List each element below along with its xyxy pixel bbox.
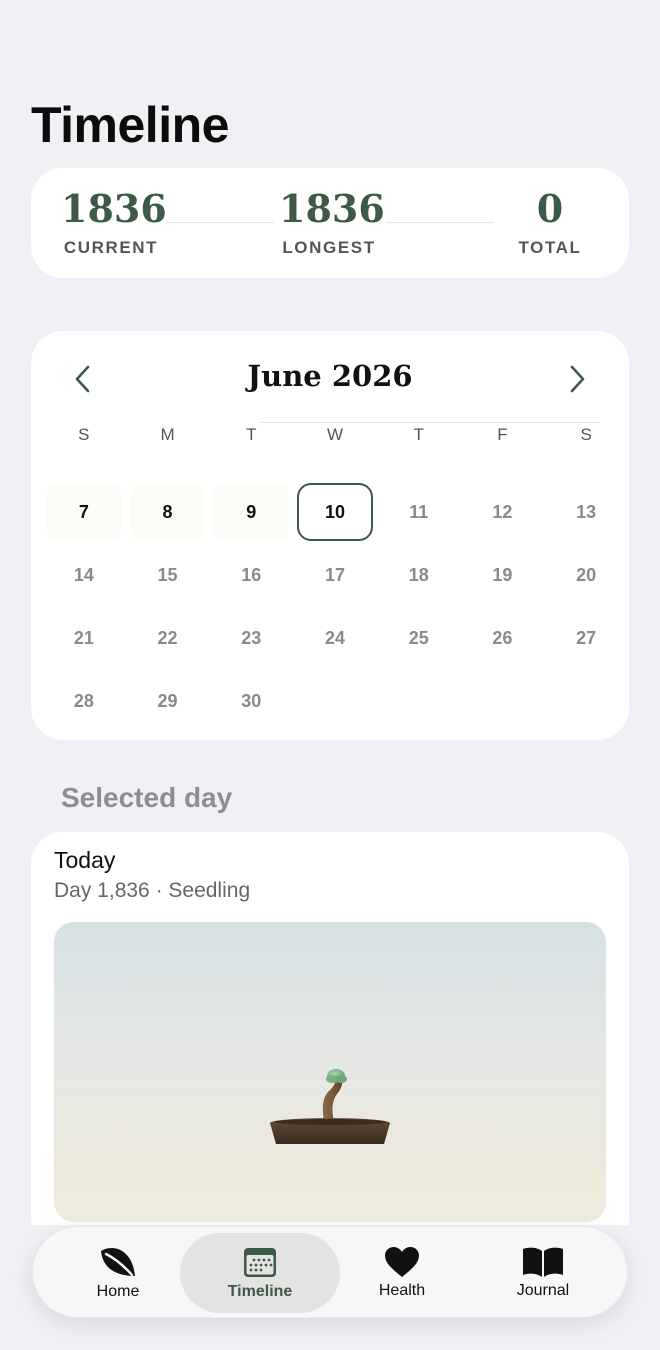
book-icon bbox=[523, 1247, 563, 1277]
weekday-label: M bbox=[160, 425, 175, 444]
stat-longest: 1836 LONGEST bbox=[279, 186, 385, 258]
selected-day-card: Today Day 1,836 · Seedling bbox=[31, 832, 629, 1252]
heart-icon bbox=[385, 1247, 419, 1277]
calendar-day[interactable]: 20 bbox=[548, 546, 624, 604]
stat-divider bbox=[166, 222, 274, 223]
calendar-day[interactable]: 19 bbox=[465, 546, 541, 604]
calendar-day[interactable]: 8 bbox=[129, 483, 206, 541]
longest-streak-label: LONGEST bbox=[282, 238, 376, 257]
calendar-day[interactable]: 17 bbox=[297, 546, 373, 604]
tab-home[interactable]: Home bbox=[38, 1233, 198, 1313]
calendar-day[interactable]: 27 bbox=[548, 609, 624, 667]
total-value: 0 bbox=[536, 186, 564, 231]
calendar-day[interactable]: 23 bbox=[213, 609, 289, 667]
calendar-day[interactable]: 9 bbox=[213, 483, 290, 541]
tab-home-label: Home bbox=[96, 1283, 140, 1300]
tab-health-label: Health bbox=[378, 1282, 426, 1299]
stat-total: 0 TOTAL bbox=[500, 186, 600, 258]
selected-day-heading: Selected day bbox=[61, 782, 233, 813]
page-title: Timeline bbox=[31, 97, 229, 153]
calendar-day[interactable]: 25 bbox=[381, 609, 457, 667]
calendar-day[interactable]: 12 bbox=[465, 483, 541, 541]
tab-journal[interactable]: Journal bbox=[463, 1233, 623, 1313]
calendar-day[interactable]: 22 bbox=[130, 609, 206, 667]
calendar-day[interactable]: 16 bbox=[213, 546, 289, 604]
calendar-day[interactable]: 11 bbox=[381, 483, 457, 541]
calendar-day[interactable]: 28 bbox=[46, 672, 122, 730]
calendar-day[interactable]: 7 bbox=[46, 483, 122, 541]
stat-current: 1836 CURRENT bbox=[61, 186, 167, 258]
calendar-day[interactable]: 24 bbox=[297, 609, 373, 667]
longest-streak-value: 1836 bbox=[279, 186, 385, 231]
tab-timeline-label: Timeline bbox=[227, 1283, 293, 1300]
calendar-day[interactable]: 26 bbox=[465, 609, 541, 667]
weekday-header: SMTWTFS bbox=[42, 425, 628, 445]
calendar-day[interactable]: 18 bbox=[381, 546, 457, 604]
chevron-right-icon bbox=[570, 365, 585, 393]
calendar-days-grid: 7 8 9 10 11 12 13 14 15 16 17 18 19 20 21 22 23 24 25 26 27 2… bbox=[42, 482, 628, 734]
calendar-day[interactable]: 29 bbox=[130, 672, 206, 730]
tree-illustration bbox=[54, 922, 606, 1222]
calendar-icon bbox=[244, 1248, 276, 1277]
calendar-month-title: June 2026 bbox=[247, 359, 413, 393]
calendar-day[interactable]: 30 bbox=[213, 672, 289, 730]
calendar-day[interactable]: 21 bbox=[46, 609, 122, 667]
weekday-label: T bbox=[246, 425, 257, 444]
weekday-label: F bbox=[497, 425, 508, 444]
tab-health[interactable]: Health bbox=[322, 1233, 482, 1313]
current-streak-label: CURRENT bbox=[63, 238, 159, 257]
next-month-button[interactable] bbox=[559, 361, 595, 397]
weekday-label: W bbox=[326, 425, 344, 444]
tab-timeline[interactable]: Timeline bbox=[180, 1233, 340, 1313]
selected-day-subtitle: Day 1,836 · Seedling bbox=[54, 879, 251, 902]
tab-bar: Home Timeline Health Journal bbox=[32, 1226, 628, 1318]
weekday-label: T bbox=[413, 425, 424, 444]
calendar-day[interactable]: 14 bbox=[46, 546, 122, 604]
tab-journal-label: Journal bbox=[516, 1282, 570, 1299]
streak-stats-card: 1836 CURRENT 1836 LONGEST 0 TOTAL bbox=[31, 168, 629, 278]
calendar-day[interactable]: 13 bbox=[548, 483, 624, 541]
calendar-card: June 2026 S M T W T F S 7 8 9 10 11 12 13 14 15 16 17 18 1… bbox=[31, 331, 629, 740]
leaf-icon bbox=[101, 1247, 135, 1277]
bonsai-seedling-image bbox=[270, 1069, 390, 1144]
calendar-day-today[interactable]: 10 bbox=[297, 483, 373, 541]
current-streak-value: 1836 bbox=[61, 186, 167, 231]
calendar-day[interactable]: 15 bbox=[130, 546, 206, 604]
month-divider bbox=[260, 422, 600, 423]
stat-divider bbox=[386, 222, 494, 223]
weekday-label: S bbox=[580, 425, 592, 444]
weekday-label: S bbox=[78, 425, 90, 444]
total-label: TOTAL bbox=[518, 238, 582, 257]
selected-day-title: Today bbox=[54, 847, 116, 873]
